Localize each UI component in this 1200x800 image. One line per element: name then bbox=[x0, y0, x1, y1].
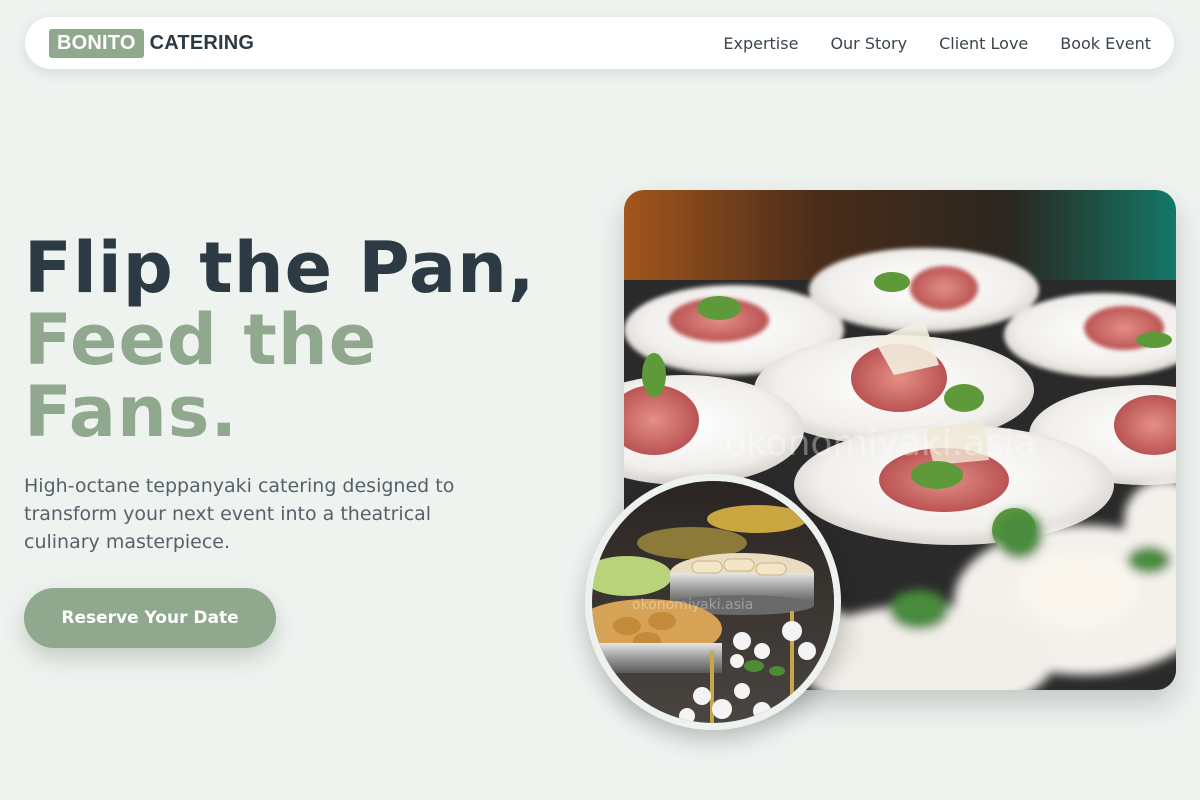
nav-links: Expertise Our Story Client Love Book Eve… bbox=[723, 34, 1151, 53]
navbar: BONITO CATERING Expertise Our Story Clie… bbox=[25, 17, 1174, 69]
hero-headline-line-1: Flip the Pan, bbox=[24, 227, 536, 309]
nav-link-client-love[interactable]: Client Love bbox=[939, 34, 1028, 53]
brand-logo[interactable]: BONITO CATERING bbox=[49, 28, 255, 58]
buffet-photo-circle: okonomiyaki.asia bbox=[585, 474, 841, 730]
nav-link-expertise[interactable]: Expertise bbox=[723, 34, 798, 53]
brand-badge: BONITO bbox=[49, 28, 144, 58]
main-photo-watermark: okonomiyaki.asia bbox=[724, 423, 1036, 464]
hero-headline-line-3: Fans. bbox=[24, 371, 239, 453]
hero-headline-line-2: Feed the bbox=[24, 299, 378, 381]
nav-link-book-event[interactable]: Book Event bbox=[1060, 34, 1151, 53]
circle-photo-watermark: okonomiyaki.asia bbox=[632, 597, 753, 613]
brand-name: CATERING bbox=[149, 31, 255, 54]
hero-subtitle: High-octane teppanyaki catering designed… bbox=[24, 475, 455, 553]
hero-headline: Flip the Pan, Feed the Fans. bbox=[24, 232, 584, 448]
nav-link-our-story[interactable]: Our Story bbox=[830, 34, 907, 53]
reserve-date-button[interactable]: Reserve Your Date bbox=[24, 588, 276, 648]
